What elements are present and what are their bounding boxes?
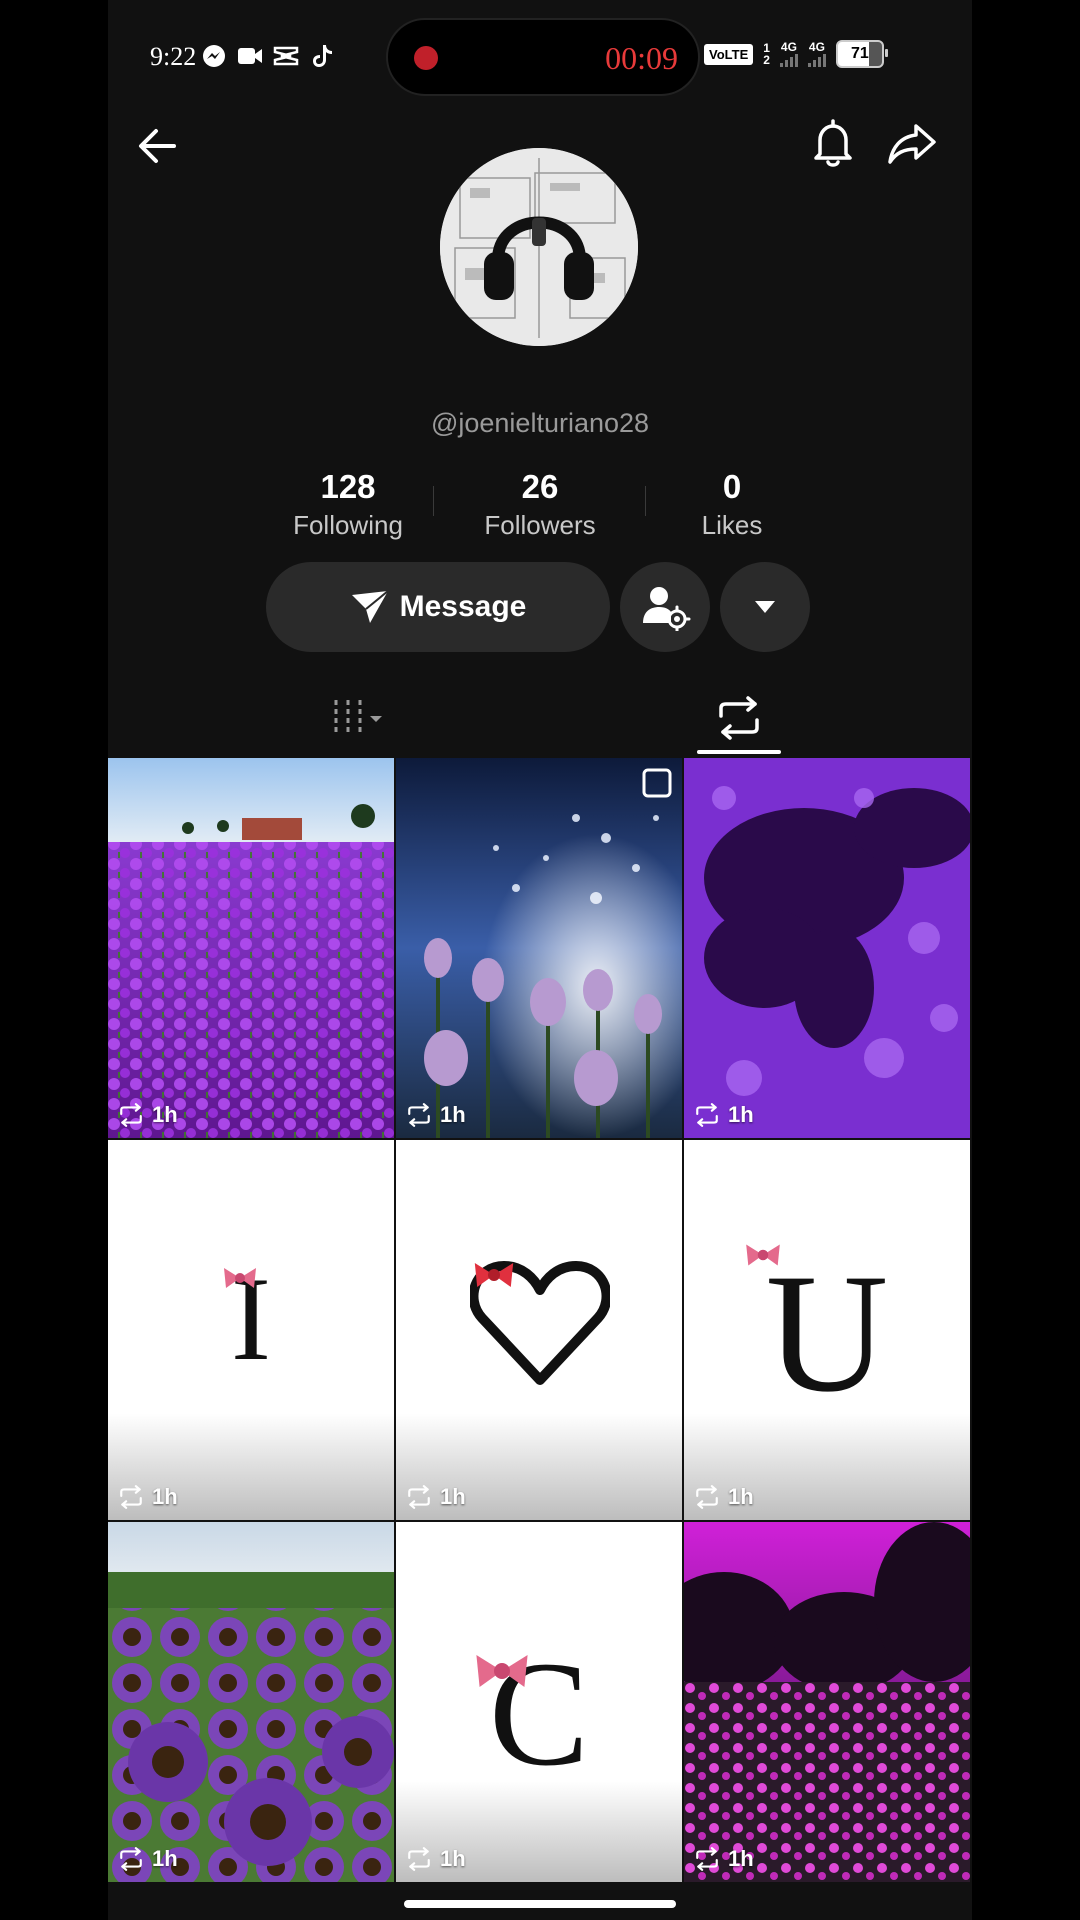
repost-icon [120,1847,142,1871]
volte-badge: VoLTE [704,43,754,65]
grid-item[interactable]: 1h [684,758,970,1138]
stat-label: Likes [701,510,763,540]
active-tab-indicator [697,750,781,754]
repost-meta: 1h [406,1484,466,1510]
send-icon [351,590,389,623]
profile-stats: 128 Following 26 Followers 0 Likes [268,468,812,540]
grid-columns-icon [334,700,382,736]
repost-meta: 1h [694,1846,754,1872]
pink-bow-icon [746,1244,780,1266]
recording-indicator: 00:09 [386,18,700,96]
capcut-icon [272,42,300,70]
repost-icon [120,1103,142,1127]
notifications-button[interactable] [806,116,860,172]
repost-meta: 1h [406,1102,466,1128]
system-indicators: VoLTE 1 2 4G 4G 71 [704,40,888,68]
tab-videos[interactable] [308,686,408,750]
stat-following[interactable]: 128 Following [268,468,428,540]
signal-bars-icon [807,53,826,67]
arrow-left-icon [139,129,176,163]
stat-label: Followers [484,510,596,540]
stat-divider [645,486,646,516]
repost-icon [719,696,759,740]
avatar[interactable] [440,148,638,346]
repost-meta: 1h [406,1846,466,1872]
grid-item[interactable]: 1h [396,1140,682,1520]
stat-divider [433,486,434,516]
repost-meta: 1h [118,1484,178,1510]
repost-meta: 1h [694,1484,754,1510]
grid-item[interactable]: 1h [396,758,682,1138]
user-settings-icon [643,587,691,631]
pink-bow-icon [224,1268,256,1288]
stat-likes[interactable]: 0 Likes [652,468,812,540]
tab-reposts[interactable] [692,686,786,750]
repost-grid: 1h 1h 1h I 1h 1h U 1h 1h C 1h 1h [108,758,972,1882]
profile-screen: 9:22 00:09 VoLTE 1 2 4G 4G 71 @joenieltu… [108,0,972,1920]
message-label: Message [399,590,527,623]
status-bar: 9:22 00:09 VoLTE 1 2 4G 4G 71 [108,0,972,110]
stat-value: 128 [320,468,376,505]
thumbnail-tulips-water [396,758,682,1138]
pink-bow-icon [474,1263,514,1287]
recording-time: 00:09 [605,40,678,76]
letter-glyph: U [765,1239,889,1427]
avatar-image [440,148,638,346]
username: @joenielturiano28 [430,408,650,438]
grid-item[interactable]: C 1h [396,1522,682,1882]
grid-item[interactable]: 1h [684,1522,970,1882]
repost-icon [696,1485,718,1509]
messenger-icon [200,42,228,70]
stat-followers[interactable]: 26 Followers [460,468,620,540]
record-dot-icon [414,46,438,70]
message-button[interactable]: Message [266,562,610,652]
notification-icons [200,42,336,70]
share-button[interactable] [884,116,940,172]
thumbnail-purple-tree [684,758,970,1138]
repost-meta: 1h [118,1102,178,1128]
add-friend-settings-button[interactable] [620,562,710,652]
thumbnail-sunflowers [108,1522,394,1882]
signal-bars-icon [779,53,798,67]
bell-icon [814,119,852,167]
home-indicator[interactable] [404,1900,676,1908]
more-options-button[interactable] [720,562,810,652]
signal-sim2: 4G [807,41,826,67]
stat-value: 26 [521,468,559,505]
status-time: 9:22 [150,42,197,71]
video-camera-icon [236,42,264,70]
pink-bow-icon [476,1655,528,1687]
sim-slots: 1 2 [763,41,770,67]
grid-item[interactable]: 1h [108,758,394,1138]
stat-label: Following [293,510,403,540]
grid-item[interactable]: U 1h [684,1140,970,1520]
thumbnail-lavender-field [108,758,394,1138]
repost-icon [408,1485,430,1509]
repost-icon [120,1485,142,1509]
repost-meta: 1h [118,1846,178,1872]
letter-glyph: C [488,1631,590,1797]
grid-item[interactable]: 1h [108,1522,394,1882]
tiktok-icon [308,42,336,70]
thumbnail-pink-meadow [684,1522,970,1882]
repost-icon [408,1847,430,1871]
battery-icon: 71 [835,40,888,68]
repost-icon [696,1847,718,1871]
repost-meta: 1h [694,1102,754,1128]
stat-value: 0 [722,468,742,505]
signal-sim1: 4G [779,41,798,67]
repost-icon [408,1103,430,1127]
share-arrow-icon [888,124,936,164]
back-button[interactable] [132,118,188,174]
caret-down-icon [755,601,775,613]
repost-icon [696,1103,718,1127]
grid-item[interactable]: I 1h [108,1140,394,1520]
